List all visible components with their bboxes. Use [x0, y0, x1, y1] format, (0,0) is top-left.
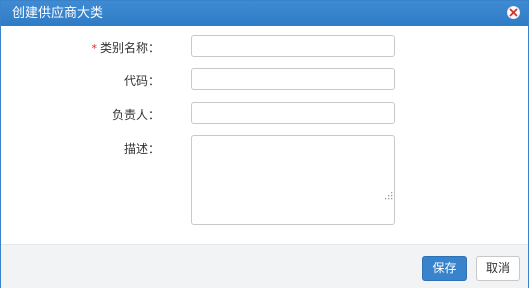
- category-form: * 类别名称： 代码： 负责人： 描述：: [1, 26, 528, 244]
- dialog-titlebar: 创建供应商大类: [1, 1, 528, 26]
- create-supplier-category-dialog: 创建供应商大类 * 类别名称： 代码： 负责人： 描述： 保存 取消: [0, 0, 529, 288]
- category-name-input[interactable]: [191, 35, 395, 57]
- resize-grip-icon[interactable]: [384, 191, 393, 200]
- code-input[interactable]: [191, 68, 395, 90]
- owner-input[interactable]: [191, 102, 395, 124]
- close-button[interactable]: [507, 6, 520, 19]
- description-label: 描述：: [123, 142, 160, 156]
- cancel-button[interactable]: 取消: [476, 256, 520, 281]
- description-textarea[interactable]: [191, 135, 395, 225]
- close-icon: [509, 8, 518, 17]
- dialog-footer: 保存 取消: [1, 244, 528, 288]
- dialog-title: 创建供应商大类: [12, 6, 104, 21]
- category-name-label: * 类别名称：: [91, 41, 160, 55]
- owner-label: 负责人：: [111, 108, 160, 122]
- required-mark: *: [91, 42, 97, 55]
- save-button[interactable]: 保存: [422, 256, 467, 281]
- code-label: 代码：: [123, 74, 160, 88]
